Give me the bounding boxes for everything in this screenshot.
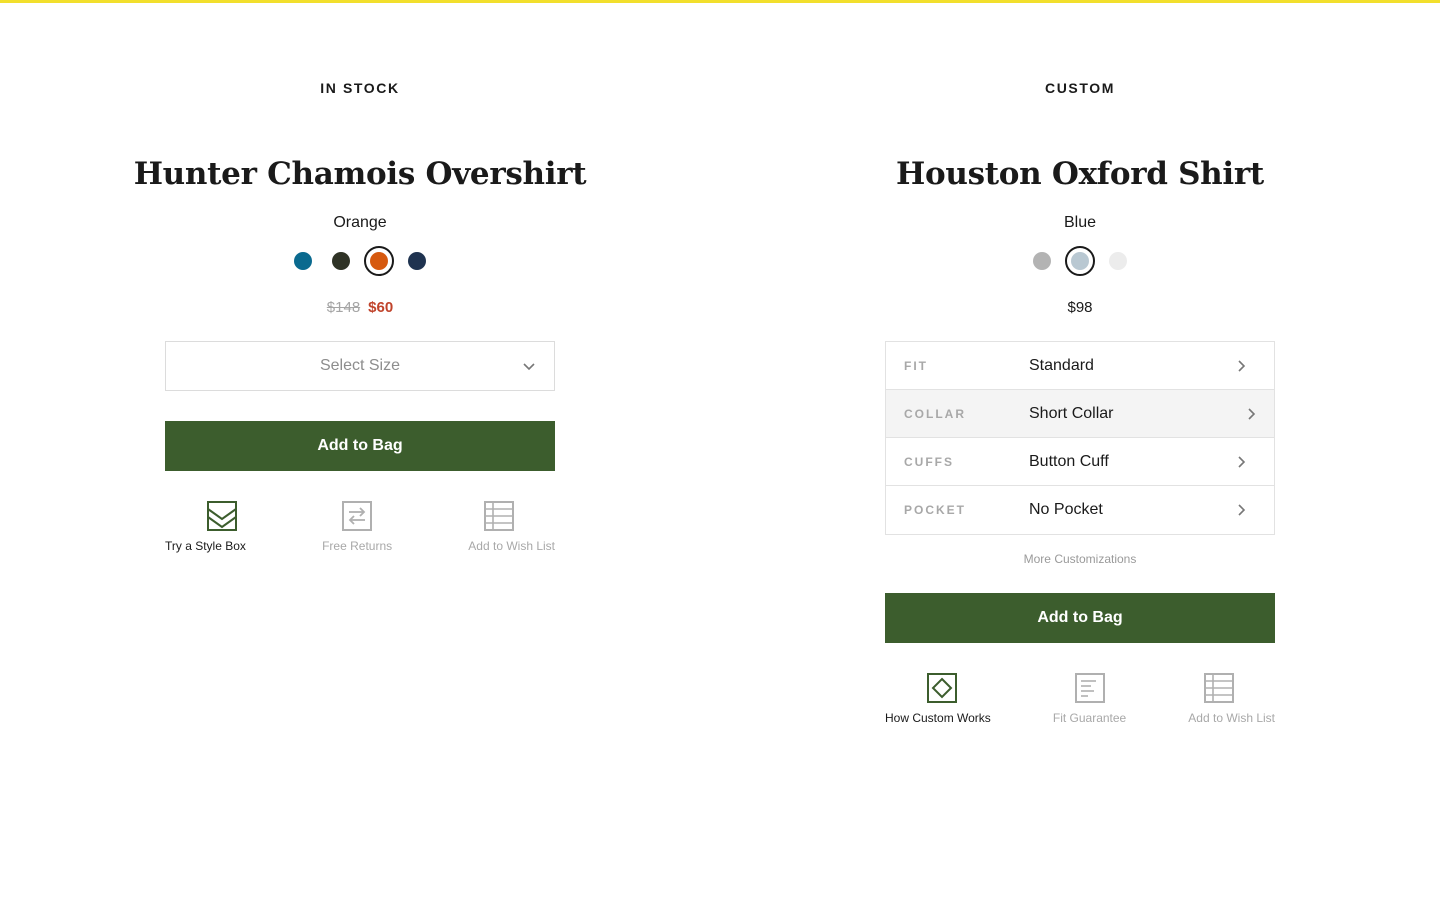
product-title: Hunter Chamois Overshirt [133,156,587,192]
color-swatches [165,246,555,276]
chevron-right-icon [1238,504,1246,516]
availability-label: CUSTOM [1044,80,1115,96]
returns-icon [342,501,373,531]
option-key: FIT [904,358,928,373]
customization-options: FIT Standard COLLAR Short Collar CUFFS B… [885,341,1275,535]
wish-list-icon [484,501,514,531]
color-swatch-dark-olive[interactable] [326,246,356,276]
fit-guarantee-link[interactable]: Fit Guarantee [1025,672,1155,725]
color-swatch-orange[interactable] [364,246,394,276]
option-value: No Pocket [1029,501,1103,518]
option-key: COLLAR [904,406,966,421]
action-label: Add to Wish List [468,539,555,553]
option-row-cuffs[interactable]: CUFFS Button Cuff [886,438,1274,486]
action-label: Add to Wish List [1188,711,1275,725]
color-swatch-white[interactable] [1103,246,1133,276]
how-custom-works-link[interactable]: How Custom Works [885,672,991,725]
action-label: Free Returns [322,539,393,553]
more-customizations-link[interactable]: More Customizations [885,552,1275,566]
action-label: Try a Style Box [165,539,246,553]
wish-list-icon [1204,673,1234,703]
selected-color-name: Orange [333,214,387,231]
option-key: CUFFS [904,454,954,469]
original-price: $148 [326,299,361,316]
product-actions: How Custom Works Fit Guarantee Add to Wi… [885,672,1275,725]
action-label: How Custom Works [885,711,991,725]
sale-price: $60 [368,299,394,316]
color-swatch-teal[interactable] [288,246,318,276]
option-key: POCKET [904,503,967,517]
chevron-down-icon [523,363,535,371]
availability-label: IN STOCK [320,80,400,96]
product-actions: Try a Style Box Free Returns Add to Wish… [165,500,555,553]
custom-works-icon [927,673,957,703]
fit-guarantee-icon [1074,673,1105,703]
option-value: Button Cuff [1029,452,1109,470]
color-swatch-grey[interactable] [1027,246,1057,276]
price: $98 [885,299,1275,316]
chevron-right-icon [1238,456,1246,468]
option-value: Standard [1029,356,1094,374]
color-swatch-light-blue[interactable] [1065,246,1095,276]
chevron-right-icon [1248,408,1256,420]
size-select-placeholder: Select Size [319,357,401,374]
try-style-box-link[interactable]: Try a Style Box [165,500,246,553]
size-select[interactable]: Select Size [165,341,555,391]
regular-price: $98 [1067,299,1093,316]
option-row-fit[interactable]: FIT Standard [886,342,1274,390]
option-row-collar[interactable]: COLLAR Short Collar [886,390,1274,438]
add-to-wish-list-link[interactable]: Add to Wish List [468,500,555,553]
add-to-bag-button[interactable]: Add to Bag [885,593,1275,643]
option-value: Short Collar [1029,404,1114,422]
free-returns-link[interactable]: Free Returns [292,500,422,553]
color-swatches [885,246,1275,276]
add-to-bag-button[interactable]: Add to Bag [165,421,555,471]
chevron-right-icon [1238,360,1246,372]
color-swatch-navy[interactable] [402,246,432,276]
price: $148 $60 [165,299,555,316]
style-box-icon [207,501,237,531]
add-to-wish-list-link[interactable]: Add to Wish List [1188,672,1275,725]
option-row-pocket[interactable]: POCKET No Pocket [886,486,1274,534]
product-title: Houston Oxford Shirt [896,156,1264,192]
top-accent-bar [0,0,1440,3]
action-label: Fit Guarantee [1052,711,1127,725]
selected-color-name: Blue [1063,214,1097,231]
